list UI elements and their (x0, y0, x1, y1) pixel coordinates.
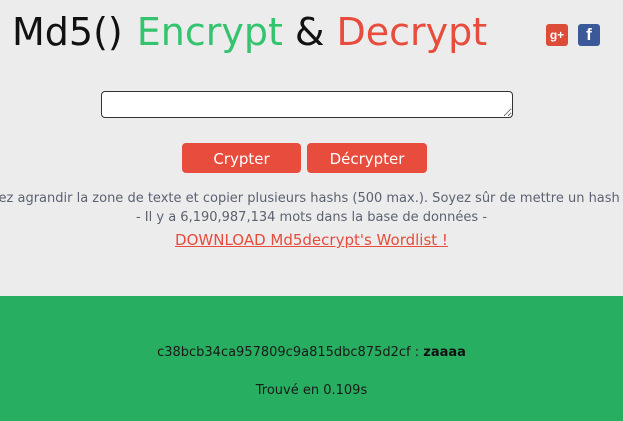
info-instructions: vez agrandir la zone de texte et copier … (0, 191, 623, 206)
crypt-button[interactable]: Crypter (182, 143, 301, 173)
result-hash: c38bcb34ca957809c9a815dbc875d2cf (157, 345, 411, 360)
title-ampersand: & (294, 10, 325, 54)
google-plus-icon[interactable]: g+ (546, 24, 568, 46)
title-decrypt: Decrypt (336, 10, 488, 54)
page: Md5() Encrypt & Decrypt g+ f Crypter Décryp… (0, 0, 623, 421)
result-time: Trouvé en 0.109s (255, 383, 368, 398)
result-plaintext: zaaaa (423, 345, 466, 360)
result-separator: : (410, 345, 424, 360)
result-line: c38bcb34ca957809c9a815dbc875d2cf : zaaaa (0, 344, 623, 362)
download-wordlist-link[interactable]: DOWNLOAD Md5decrypt's Wordlist ! (0, 229, 623, 251)
title-md5: Md5() (12, 10, 123, 54)
hash-input-wrapper (101, 91, 513, 118)
word-count-text: - Il y a 6,190,987,134 mots dans la base… (135, 210, 488, 225)
title-encrypt: Encrypt (136, 10, 283, 54)
site-title: Md5() Encrypt & Decrypt (12, 8, 487, 56)
header: Md5() Encrypt & Decrypt g+ f (0, 6, 623, 58)
hash-input[interactable] (101, 91, 513, 118)
result-panel: c38bcb34ca957809c9a815dbc875d2cf : zaaaa… (0, 296, 623, 421)
facebook-icon[interactable]: f (578, 24, 600, 46)
decrypt-button[interactable]: Décrypter (307, 143, 427, 173)
